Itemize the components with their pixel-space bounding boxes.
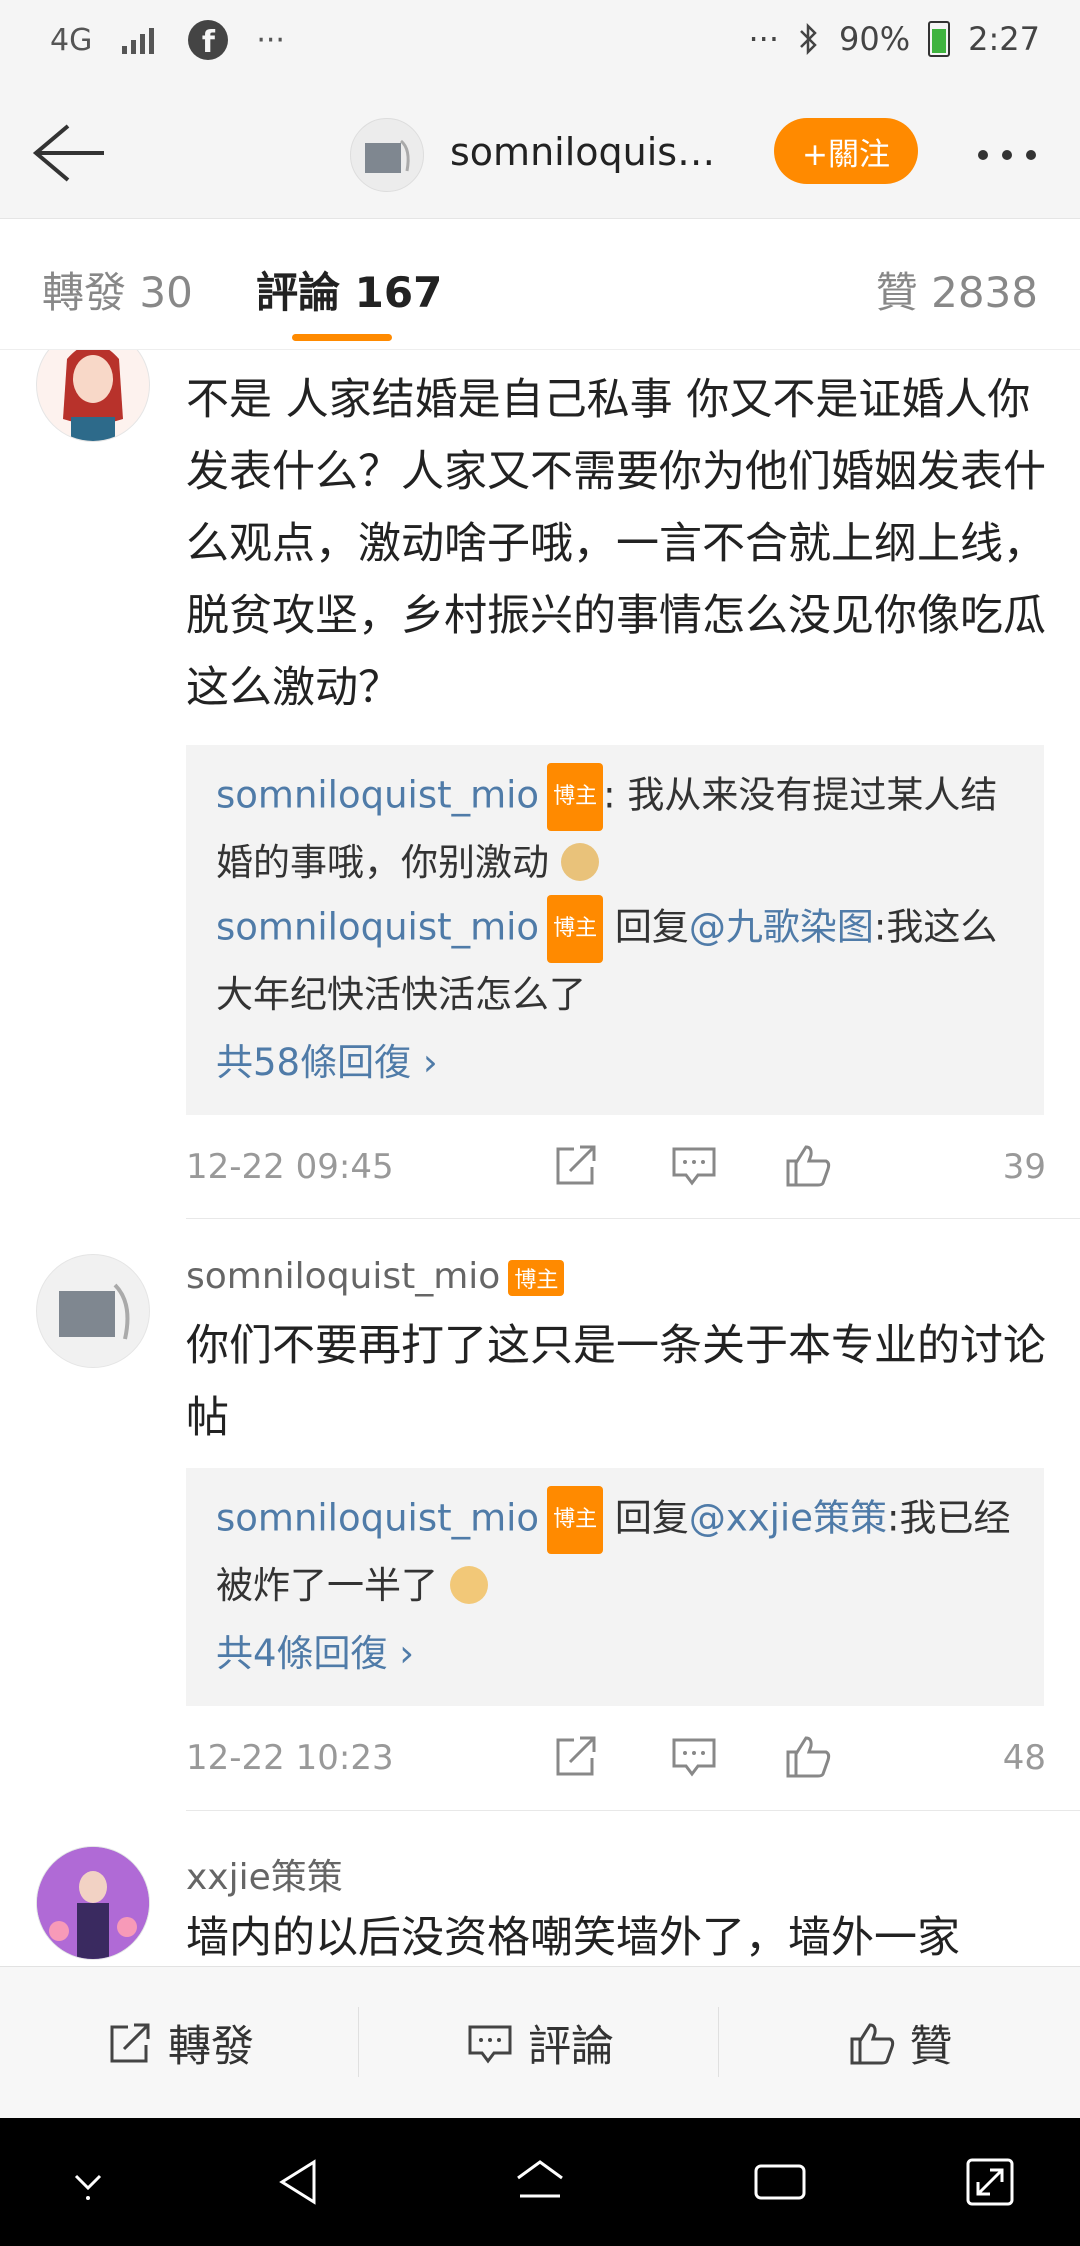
doge-emoji-icon <box>560 843 599 881</box>
reply-preview[interactable]: somniloquist_mio 博主 回复@xxjie策策:我已经被炸了一半了 … <box>186 1468 1044 1706</box>
reply-author[interactable]: somniloquist_mio <box>216 774 539 817</box>
like-label: 贊 <box>909 2022 953 2072</box>
like-button[interactable]: 贊 <box>720 1967 1080 2119</box>
author-avatar[interactable] <box>350 118 424 192</box>
blogger-badge: 博主 <box>547 1486 604 1554</box>
repost-icon <box>110 2023 150 2063</box>
like-count: 48 <box>1002 1738 1046 1778</box>
status-bar: 4G f ··· ··· 90% 2:27 <box>0 0 1080 90</box>
more-options-icon[interactable] <box>978 150 1036 160</box>
system-nav-bar <box>0 2118 1080 2246</box>
bluetooth-icon <box>800 22 817 56</box>
back-icon[interactable] <box>270 2152 330 2212</box>
reply-item[interactable]: somniloquist_mio 博主 回复@九歌染图:我这么大年纪快活快活怎么了 <box>216 895 1014 1027</box>
comment-time: 12-22 10:23 <box>186 1738 394 1778</box>
reply-preview[interactable]: somniloquist_mio 博主: 我从来没有提过某人结婚的事哦，你别激动 … <box>186 745 1044 1115</box>
reply-mention[interactable]: @xxjie策策 <box>689 1497 887 1540</box>
repost-label: 轉發 <box>168 2022 254 2072</box>
view-all-replies-link[interactable]: 共4條回復 › <box>216 1622 1014 1686</box>
repost-button[interactable]: 轉發 <box>0 1967 360 2119</box>
divider <box>718 2007 719 2077</box>
reply-item[interactable]: somniloquist_mio 博主 回复@xxjie策策:我已经被炸了一半了 <box>216 1486 1014 1618</box>
comment-divider <box>186 1810 1080 1811</box>
blogger-badge: 博主 <box>547 763 604 831</box>
commenter-avatar[interactable] <box>36 1254 150 1368</box>
recent-apps-icon[interactable] <box>750 2152 810 2212</box>
commenter-avatar[interactable] <box>36 1846 150 1960</box>
tab-likes[interactable]: 贊 2838 <box>876 259 1038 320</box>
like-icon[interactable] <box>784 1141 832 1189</box>
comment-divider <box>186 1218 1080 1219</box>
back-arrow-icon[interactable] <box>28 120 108 186</box>
commenter-name[interactable]: xxjie策策 <box>186 1848 343 1900</box>
reply-author[interactable]: somniloquist_mio <box>216 1497 539 1540</box>
reply-mention[interactable]: @九歌染图 <box>689 906 874 949</box>
comment-text: 不是 人家结婚是自己私事 你又不是证婚人你发表什么？人家又不需要你为他们婚姻发表… <box>186 375 1046 713</box>
repost-icon[interactable] <box>552 1141 600 1189</box>
comment-actions: 12-22 09:45 39 <box>186 1137 1046 1197</box>
blogger-badge: 博主 <box>547 895 604 963</box>
clock: 2:27 <box>968 20 1040 58</box>
view-all-replies-link[interactable]: 共58條回復 › <box>216 1031 1014 1095</box>
like-icon[interactable] <box>784 1732 832 1780</box>
comment-icon <box>468 2025 512 2064</box>
post-tabs: 轉發 30 評論 167 贊 2838 <box>0 219 1080 350</box>
hide-keyboard-icon[interactable] <box>58 2152 118 2212</box>
network-indicator: 4G <box>50 22 93 58</box>
like-count: 39 <box>1002 1147 1046 1187</box>
comment-button[interactable]: 評論 <box>360 1967 720 2119</box>
signal-icon <box>122 28 155 54</box>
commenter-avatar[interactable] <box>36 350 150 442</box>
comment-text: 你们不要再打了这只是一条关于本专业的讨论帖 <box>186 1310 1046 1454</box>
battery-level: 90% <box>839 20 911 58</box>
comment-icon[interactable] <box>670 1732 718 1780</box>
reply-prefix: 回复 <box>603 1496 689 1540</box>
comment-text: 墙内的以后没资格嘲笑墙外了，墙外一家 <box>186 1913 960 1963</box>
post-author-title[interactable]: somniloquist_... <box>450 130 720 174</box>
status-more-left: ··· <box>256 22 285 58</box>
active-tab-indicator <box>292 334 392 341</box>
top-app-bar: somniloquist_... +關注 <box>0 90 1080 219</box>
expand-icon[interactable] <box>960 2152 1020 2212</box>
like-icon <box>850 2023 894 2065</box>
status-more-right: ··· <box>748 20 780 58</box>
battery-icon <box>928 21 951 57</box>
facebook-icon: f <box>188 20 229 60</box>
repost-icon[interactable] <box>552 1732 600 1780</box>
reply-prefix: 回复 <box>603 905 689 949</box>
reply-item[interactable]: somniloquist_mio 博主: 我从来没有提过某人结婚的事哦，你别激动 <box>216 763 1014 895</box>
comment-text-body: 你们不要再打了这只是一条关于本专业的讨论帖 <box>186 1321 1046 1443</box>
dog-emoji-icon <box>449 1566 488 1604</box>
tab-comments[interactable]: 評論 167 <box>256 259 442 320</box>
reply-author[interactable]: somniloquist_mio <box>216 906 539 949</box>
tab-reposts[interactable]: 轉發 30 <box>42 259 193 320</box>
commenter-name[interactable]: somniloquist_mio 博主 <box>186 1256 565 1297</box>
follow-button[interactable]: +關注 <box>774 118 918 184</box>
comment-icon[interactable] <box>670 1141 718 1189</box>
divider <box>358 2007 359 2077</box>
blogger-badge: 博主 <box>508 1260 565 1296</box>
comment-time: 12-22 09:45 <box>186 1147 394 1187</box>
bottom-action-bar: 轉發 評論 贊 <box>0 1966 1080 2119</box>
commenter-name-text[interactable]: somniloquist_mio <box>186 1256 500 1297</box>
comment-actions: 12-22 10:23 48 <box>186 1728 1046 1788</box>
comment-list[interactable]: 不是 人家结婚是自己私事 你又不是证婚人你发表什么？人家又不需要你为他们婚姻发表… <box>0 350 1080 1966</box>
home-icon[interactable] <box>510 2152 570 2212</box>
reply-prefix: : <box>603 773 628 817</box>
comment-label: 評論 <box>528 2022 614 2072</box>
